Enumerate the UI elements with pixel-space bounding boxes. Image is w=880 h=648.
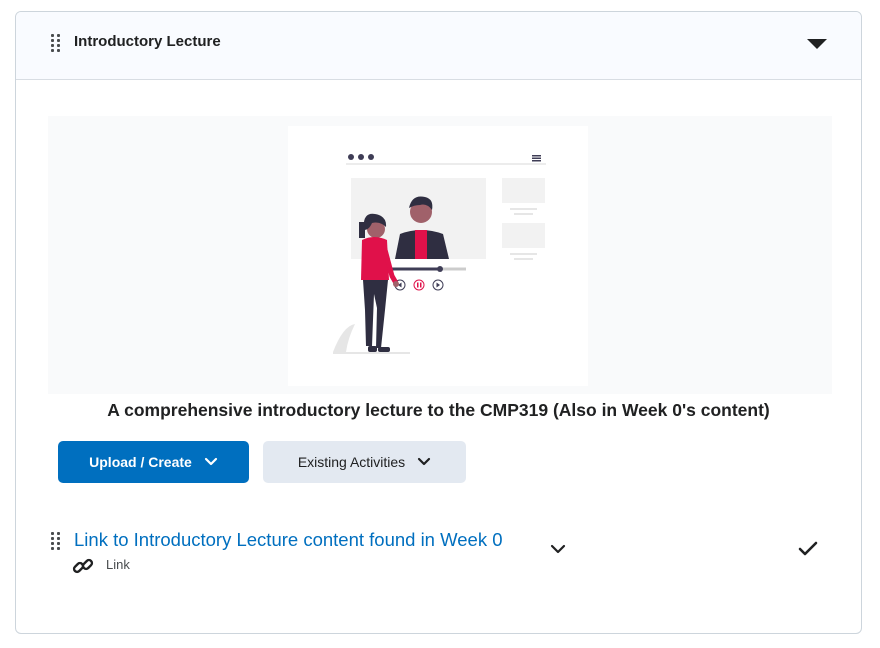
drag-handle-icon[interactable] xyxy=(51,532,61,550)
upload-create-label: Upload / Create xyxy=(89,454,192,470)
drag-handle-icon[interactable] xyxy=(51,34,61,52)
existing-activities-label: Existing Activities xyxy=(297,454,406,470)
checkmark-icon[interactable] xyxy=(797,539,819,564)
item-type-label: Link xyxy=(106,557,130,572)
lecture-illustration xyxy=(288,126,588,386)
module-card: Introductory Lecture A comprehensive int… xyxy=(15,11,862,634)
item-title-link[interactable]: Link to Introductory Lecture content fou… xyxy=(74,529,503,551)
module-description: A comprehensive introductory lecture to … xyxy=(107,400,770,420)
chevron-down-icon xyxy=(417,454,431,470)
module-title: Introductory Lecture xyxy=(74,33,221,50)
module-banner xyxy=(48,116,832,394)
caret-down-icon xyxy=(807,39,827,49)
chevron-down-icon xyxy=(204,454,218,470)
item-options-chevron-icon[interactable] xyxy=(549,542,567,560)
collapse-toggle-button[interactable] xyxy=(802,32,832,56)
module-header: Introductory Lecture xyxy=(16,12,861,80)
upload-create-button[interactable]: Upload / Create xyxy=(58,441,249,483)
link-icon xyxy=(72,555,94,582)
existing-activities-button[interactable]: Existing Activities xyxy=(263,441,466,483)
